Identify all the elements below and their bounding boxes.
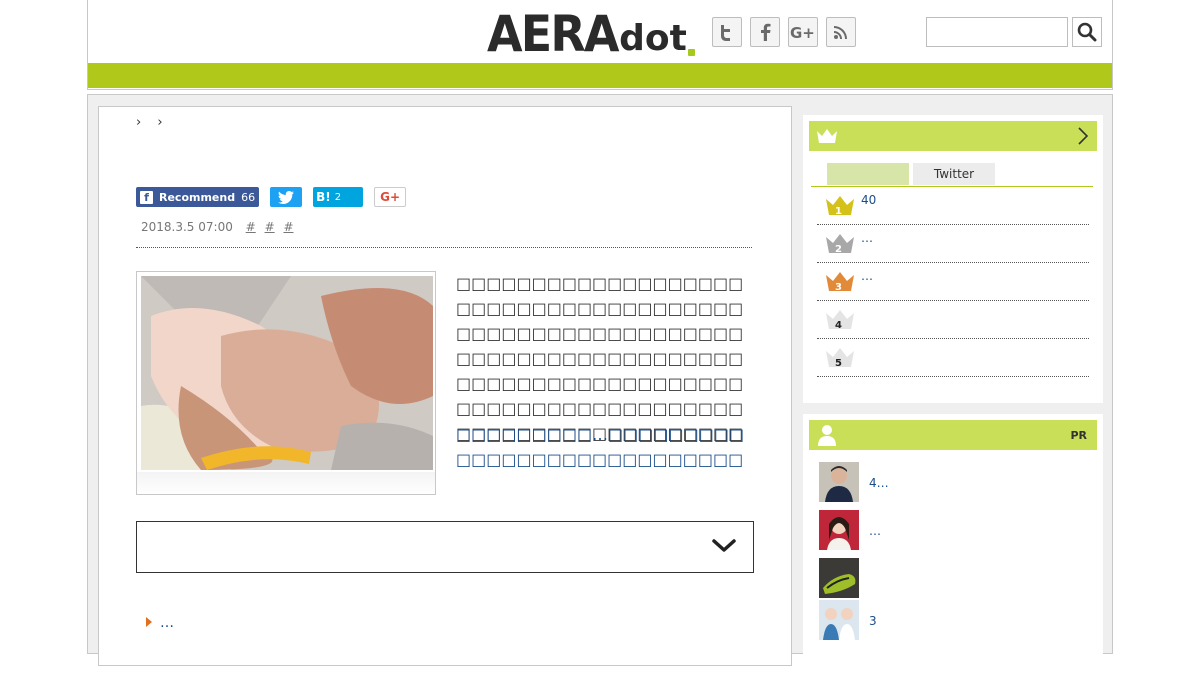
twitter-bird-icon	[278, 190, 295, 204]
pr-thumbnail	[819, 510, 859, 550]
pr-item[interactable]: …	[819, 510, 1079, 550]
crown-bronze-icon: 3	[826, 272, 854, 292]
hatena-bookmark-button[interactable]: B! 2	[313, 187, 364, 207]
breadcrumb[interactable]: › ›	[136, 115, 169, 130]
ranking-item[interactable]: 2 …	[817, 225, 1089, 263]
search-icon	[1077, 22, 1097, 42]
ranking-item-text: …	[861, 231, 873, 245]
pr-panel: PR 4… … 3	[803, 414, 1103, 674]
facebook-recommend-label: Recommend	[159, 190, 236, 204]
twitter-icon[interactable]	[712, 17, 742, 47]
chevron-down-icon	[712, 539, 736, 552]
facebook-icon[interactable]	[750, 17, 780, 47]
tag-link[interactable]: #	[265, 220, 275, 234]
article-body-text: □□□□□□□□□□□□□□□□□□□□□□□□□□□□□□□□□□□□□□□□…	[456, 274, 744, 443]
google-plus-share-button[interactable]: G+	[374, 187, 407, 207]
pr-label: PR	[1070, 429, 1087, 442]
photo-caption-fade	[137, 472, 435, 494]
article-panel: › › f Recommend 66 B! 2 G+ 2018.3.5 07:0…	[98, 106, 792, 666]
rank-number: 3	[835, 282, 842, 292]
svg-text:G+: G+	[790, 24, 815, 40]
pr-item[interactable]: 4…	[819, 462, 1079, 502]
logo-sub-text: dot	[619, 18, 687, 59]
hatena-label: B!	[316, 190, 331, 204]
ranking-item[interactable]: 3 …	[817, 263, 1089, 301]
rank-number: 1	[835, 206, 842, 216]
pr-item-text: …	[869, 524, 881, 538]
nav-bar	[88, 63, 1112, 88]
aera-dot-logo[interactable]: AERA dot	[487, 4, 695, 60]
pr-header: PR	[809, 420, 1097, 450]
ranking-item[interactable]: 5	[817, 339, 1089, 377]
related-article-item[interactable]: …	[146, 615, 174, 631]
pr-thumbnail	[819, 462, 859, 502]
chevron-right-icon[interactable]	[1077, 127, 1089, 145]
site-header: AERA dot G+	[87, 0, 1113, 90]
tag-link[interactable]: #	[246, 220, 256, 234]
ranking-panel: Twitter 1 40 2 … 3 … 4 5	[803, 115, 1103, 403]
article-date: 2018.3.5 07:00	[141, 220, 233, 234]
ranking-list: 1 40 2 … 3 … 4 5	[817, 187, 1089, 377]
tab-twitter[interactable]: Twitter	[913, 163, 995, 185]
ranking-item[interactable]: 4	[817, 301, 1089, 339]
search-input[interactable]	[926, 17, 1068, 47]
logo-main-text: AERA	[487, 5, 620, 63]
google-plus-icon[interactable]: G+	[788, 17, 818, 47]
logo-dot	[687, 49, 695, 56]
ranking-header	[809, 121, 1097, 151]
ranking-tabs: Twitter	[811, 163, 1093, 187]
ranking-item-text: …	[861, 269, 873, 283]
search-button[interactable]	[1072, 17, 1102, 47]
pr-item[interactable]: 3	[819, 600, 1079, 640]
ranking-item[interactable]: 1 40	[817, 187, 1089, 225]
pr-item[interactable]	[819, 558, 1079, 598]
person-icon	[818, 425, 836, 446]
article-meta: 2018.3.5 07:00 # # #	[136, 220, 752, 248]
crown-silver-icon: 2	[826, 234, 854, 254]
rank-number: 2	[835, 244, 842, 254]
tag-link[interactable]: #	[283, 220, 293, 234]
rank-number: 4	[835, 320, 842, 330]
read-more-toggle[interactable]	[136, 521, 754, 573]
rss-icon[interactable]	[826, 17, 856, 47]
tab-ranking-default[interactable]	[827, 163, 909, 185]
main-frame: › › f Recommend 66 B! 2 G+ 2018.3.5 07:0…	[87, 94, 1113, 674]
facebook-recommend-count: 66	[241, 190, 256, 204]
arrow-right-icon	[146, 617, 152, 627]
hatena-count: 2	[334, 191, 342, 203]
facebook-icon: f	[140, 190, 153, 204]
social-links: G+	[712, 17, 856, 47]
pr-item-text: 4…	[869, 476, 889, 490]
article-photo-frame	[136, 271, 436, 495]
ranking-item-text: 40	[861, 193, 877, 207]
crown-icon	[817, 129, 837, 143]
related-article-text: …	[160, 615, 174, 631]
article-body-link[interactable]: □□□□□□□□□…□□□□□□□□□□□□□□□□□□□□□□□□□□□□	[456, 422, 756, 472]
facebook-recommend-button[interactable]: f Recommend 66	[136, 187, 260, 207]
pr-thumbnail	[819, 558, 859, 598]
pr-thumbnail	[819, 600, 859, 640]
tweet-button[interactable]	[270, 187, 303, 207]
body-fade	[456, 495, 756, 515]
rank-number: 5	[835, 358, 842, 368]
share-buttons: f Recommend 66 B! 2 G+	[136, 187, 407, 207]
crown-plain-icon: 5	[826, 348, 854, 368]
crown-plain-icon: 4	[826, 310, 854, 330]
article-photo-holding-hands[interactable]	[141, 276, 433, 470]
pr-item-text: 3	[869, 614, 877, 628]
crown-gold-icon: 1	[826, 196, 854, 216]
